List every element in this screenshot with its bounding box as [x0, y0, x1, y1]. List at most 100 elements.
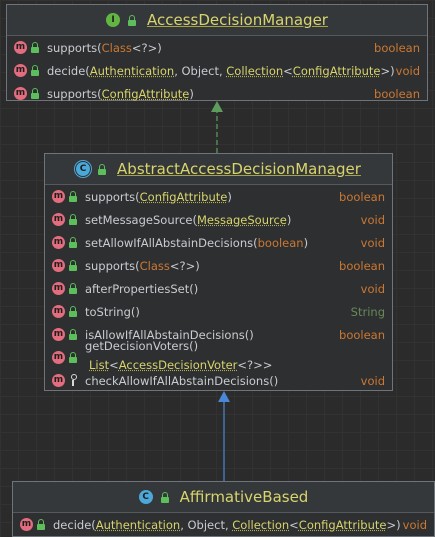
method-row[interactable]: m decide(Authentication, Object, Collecti… — [7, 59, 427, 82]
method-signature: decide(Authentication, Object, Collectio… — [47, 64, 395, 78]
public-lock-icon — [34, 518, 49, 531]
method-name: decide( — [53, 517, 96, 532]
public-lock-icon — [66, 213, 81, 226]
signature-text: boolean — [257, 235, 304, 250]
interface-box[interactable]: I AccessDecisionManager m supports(Class<… — [6, 4, 428, 101]
method-icon: m — [52, 328, 65, 341]
method-name: decide( — [47, 63, 90, 78]
method-row[interactable]: m supports(ConfigAttribute) boolean — [7, 82, 427, 105]
abstract-class-method-list: m supports(ConfigAttribute) boolean m setMes… — [45, 185, 392, 392]
public-lock-icon — [66, 282, 81, 295]
method-icon: m — [52, 259, 65, 272]
method-name: supports( — [85, 258, 140, 273]
return-type: boolean — [374, 86, 420, 101]
public-lock-icon — [95, 163, 110, 176]
interface-badge-icon: I — [106, 13, 121, 27]
class-badge-icon: C — [138, 490, 153, 504]
concrete-class-header: C AffirmativeBased — [13, 482, 434, 513]
method-icon: m — [52, 236, 65, 249]
method-row[interactable]: m setAllowIfAllAbstainDecisions(boolean) v… — [45, 231, 392, 254]
type-link[interactable]: Authentication — [96, 518, 180, 532]
concrete-class-method-list: m decide(Authentication, Object, Collecti… — [13, 513, 434, 536]
signature-text: , Object, — [180, 517, 233, 532]
method-icon: m — [52, 351, 65, 364]
concrete-class-box[interactable]: C AffirmativeBased m decide(Authenticatio… — [12, 481, 435, 537]
signature-text: < — [289, 517, 299, 532]
return-type: boolean — [339, 189, 385, 204]
public-lock-icon — [66, 351, 81, 364]
public-lock-icon — [66, 236, 81, 249]
abstract-class-title[interactable]: AbstractAccessDecisionManager — [117, 160, 361, 178]
return-type: void — [360, 373, 385, 388]
extends-arrowhead — [218, 391, 230, 402]
signature-text: , Object, — [174, 63, 227, 78]
interface-title[interactable]: AccessDecisionManager — [147, 11, 328, 29]
method-signature: setAllowIfAllAbstainDecisions(boolean) — [85, 236, 308, 250]
public-lock-icon — [66, 190, 81, 203]
type-link[interactable]: ConfigAttribute — [140, 190, 228, 204]
return-type: void — [360, 281, 385, 296]
concrete-class-title[interactable]: AffirmativeBased — [180, 488, 309, 506]
method-signature: checkAllowIfAllAbstainDecisions() — [85, 374, 278, 388]
signature-text: >) — [386, 517, 401, 532]
return-type: String — [350, 304, 385, 319]
method-name: checkAllowIfAllAbstainDecisions() — [85, 373, 279, 388]
method-icon: m — [14, 64, 27, 77]
method-icon: m — [52, 282, 65, 295]
return-type: void — [360, 212, 385, 227]
signature-text: ) — [189, 86, 194, 101]
method-icon: m — [14, 41, 27, 54]
method-signature: decide(Authentication, Object, Collectio… — [53, 518, 401, 532]
type-link[interactable]: Authentication — [90, 64, 174, 78]
protected-key-icon — [66, 374, 81, 387]
method-signature: supports(Class<?>) — [47, 41, 162, 55]
method-row[interactable]: m decide(Authentication, Object, Collecti… — [13, 513, 434, 536]
signature-text: ) — [227, 189, 232, 204]
method-signature: supports(ConfigAttribute) — [47, 87, 194, 101]
public-lock-icon — [158, 491, 173, 504]
type-link[interactable]: MessageSource — [197, 213, 287, 227]
method-row[interactable]: m checkAllowIfAllAbstainDecisions() void — [45, 369, 392, 392]
type-link[interactable]: Collection — [226, 64, 283, 78]
signature-text: Class — [101, 40, 132, 55]
abstract-class-box[interactable]: C AbstractAccessDecisionManager m support… — [44, 153, 393, 391]
method-icon: m — [52, 213, 65, 226]
method-icon: m — [52, 374, 65, 387]
method-signature: supports(Class<?>) — [85, 259, 200, 273]
method-row[interactable]: m toString() String — [45, 300, 392, 323]
public-lock-icon — [28, 41, 43, 54]
type-link[interactable]: ConfigAttribute — [299, 518, 387, 532]
method-row[interactable]: m supports(ConfigAttribute) boolean — [45, 185, 392, 208]
type-link[interactable]: ConfigAttribute — [102, 87, 190, 101]
public-lock-icon — [66, 259, 81, 272]
method-row[interactable]: m supports(Class<?>) boolean — [7, 36, 427, 59]
method-name: supports( — [47, 86, 102, 101]
type-link[interactable]: Collection — [232, 518, 289, 532]
return-type: void — [395, 63, 420, 78]
method-name: setMessageSource( — [85, 212, 197, 227]
method-signature: setMessageSource(MessageSource) — [85, 213, 291, 227]
method-signature: supports(ConfigAttribute) — [85, 190, 232, 204]
signature-text: Class — [139, 258, 170, 273]
method-row[interactable]: m getDecisionVoters() List < AccessDecisionV… — [45, 339, 392, 372]
public-lock-icon — [66, 305, 81, 318]
method-name: setAllowIfAllAbstainDecisions( — [85, 235, 258, 250]
signature-text: <?>) — [131, 40, 162, 55]
method-name: supports( — [47, 40, 102, 55]
abstract-class-header: C AbstractAccessDecisionManager — [45, 154, 392, 185]
public-lock-icon — [66, 328, 81, 341]
signature-text: ) — [303, 235, 309, 250]
return-type: void — [360, 235, 385, 250]
interface-header: I AccessDecisionManager — [7, 5, 427, 36]
method-row[interactable]: m supports(Class<?>) boolean — [45, 254, 392, 277]
public-lock-icon — [28, 64, 43, 77]
method-row[interactable]: m afterPropertiesSet() void — [45, 277, 392, 300]
method-row[interactable]: m setMessageSource(MessageSource) void — [45, 208, 392, 231]
type-link[interactable]: ConfigAttribute — [293, 64, 381, 78]
interface-method-list: m supports(Class<?>) boolean m decide(Authen… — [7, 36, 427, 105]
signature-text: <?>) — [169, 258, 200, 273]
method-icon: m — [14, 87, 27, 100]
return-type: boolean — [339, 327, 385, 342]
method-icon: m — [52, 190, 65, 203]
signature-text: ) — [286, 212, 292, 227]
